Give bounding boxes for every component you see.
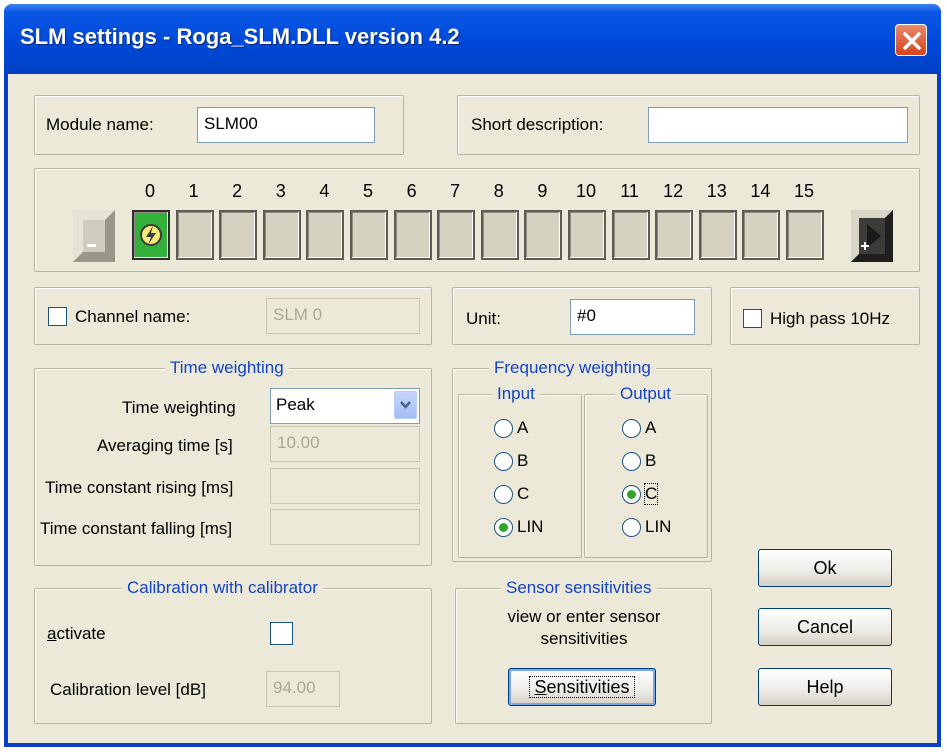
channel-name-input[interactable]: SLM 0	[266, 298, 420, 334]
channel-number-15: 15	[793, 181, 815, 201]
channel-number-0: 0	[144, 181, 155, 201]
activate-calibration-checkbox[interactable]	[270, 622, 293, 645]
input-radio-b[interactable]	[494, 452, 513, 471]
channel-slot-2[interactable]	[219, 210, 258, 260]
channel-slot-8[interactable]	[480, 210, 519, 260]
arrow-left-icon	[73, 210, 115, 262]
output-radio-c[interactable]	[622, 485, 641, 504]
dialog-window: SLM settings - Roga_SLM.DLL version 4.2 …	[4, 4, 941, 747]
output-radio-label-a: A	[645, 418, 657, 437]
close-icon	[903, 32, 921, 50]
channel-slot-12[interactable]	[655, 210, 694, 260]
calibration-group: Calibration with calibrator	[34, 578, 432, 724]
channel-next-button[interactable]	[851, 210, 893, 262]
output-radio-label-c: C	[643, 483, 659, 505]
dialog-client-area: Module name: SLM00 Short description: 0 1…	[8, 74, 937, 743]
channel-prev-button[interactable]	[73, 210, 115, 262]
module-name-input[interactable]: SLM00	[197, 107, 375, 143]
input-radio-label-lin: LIN	[517, 517, 544, 536]
channel-slot-0[interactable]	[132, 210, 170, 260]
channel-slot-11[interactable]	[611, 210, 650, 260]
chevron-down-icon[interactable]	[394, 391, 417, 419]
arrow-right-icon	[851, 210, 893, 262]
channel-slot-1[interactable]	[175, 210, 214, 260]
sensitivities-button-label: Sensitivities	[529, 676, 635, 698]
unit-label: Unit:	[466, 309, 501, 328]
input-radio-c[interactable]	[494, 485, 513, 504]
short-description-input[interactable]	[648, 107, 908, 143]
activate-label-rest: ctivate	[56, 624, 106, 643]
input-radio-label-c: C	[517, 484, 530, 503]
close-button[interactable]	[895, 24, 927, 56]
output-radio-label-b: B	[645, 451, 657, 470]
channel-number-8: 8	[493, 181, 504, 201]
averaging-time-input[interactable]: 10.00	[270, 426, 420, 462]
active-channel-icon	[136, 214, 166, 256]
averaging-time-label: Averaging time [s]	[97, 436, 233, 455]
ok-button[interactable]: Ok	[758, 549, 892, 587]
channel-number-1: 1	[188, 181, 199, 201]
time-weighting-select-value: Peak	[276, 395, 315, 414]
time-constant-rising-input[interactable]	[270, 468, 420, 504]
input-radio-a[interactable]	[494, 419, 513, 438]
sensor-sensitivities-legend: Sensor sensitivities	[501, 578, 657, 598]
time-constant-falling-input[interactable]	[270, 509, 420, 545]
channel-slot-5[interactable]	[350, 210, 388, 260]
calibration-level-input[interactable]: 94.00	[266, 671, 340, 707]
activate-label: activate	[47, 624, 106, 644]
channel-slot-14[interactable]	[742, 210, 781, 260]
channel-slot-3[interactable]	[262, 210, 301, 260]
high-pass-checkbox[interactable]	[743, 309, 762, 328]
high-pass-label: High pass 10Hz	[770, 309, 891, 328]
calibration-legend: Calibration with calibrator	[122, 578, 323, 598]
input-radio-lin[interactable]	[494, 518, 513, 537]
module-name-label: Module name:	[46, 115, 154, 134]
channel-slot-4[interactable]	[306, 210, 345, 260]
output-radio-lin[interactable]	[622, 518, 641, 537]
output-radio-a[interactable]	[622, 419, 641, 438]
unit-input[interactable]: #0	[570, 299, 695, 335]
time-constant-rising-label: Time constant rising [ms]	[45, 478, 234, 497]
help-button[interactable]: Help	[758, 668, 892, 706]
output-weighting-legend: Output	[615, 384, 677, 404]
channel-number-5: 5	[362, 181, 373, 201]
channel-number-10: 10	[575, 181, 597, 201]
short-description-label: Short description:	[471, 115, 604, 134]
time-weighting-label: Time weighting	[122, 398, 236, 417]
channel-number-6: 6	[406, 181, 417, 201]
channel-slot-13[interactable]	[698, 210, 737, 260]
time-constant-falling-label: Time constant falling [ms]	[40, 519, 233, 538]
input-radio-label-a: A	[517, 418, 529, 437]
channel-slot-15[interactable]	[786, 210, 824, 260]
output-radio-label-lin: LIN	[645, 517, 672, 536]
channel-number-14: 14	[750, 181, 771, 201]
input-weighting-legend: Input	[492, 384, 540, 404]
output-radio-b[interactable]	[622, 452, 641, 471]
frequency-weighting-legend: Frequency weighting	[489, 358, 656, 378]
cancel-button[interactable]: Cancel	[758, 608, 892, 646]
time-weighting-legend: Time weighting	[165, 358, 289, 378]
sensor-sensitivities-description: view or enter sensor sensitivities	[507, 607, 661, 648]
channel-slot-10[interactable]	[568, 210, 606, 260]
channel-number-3: 3	[275, 181, 286, 201]
channel-number-11: 11	[620, 181, 639, 201]
channel-number-12: 12	[663, 181, 684, 201]
input-radio-label-b: B	[517, 451, 529, 470]
channel-number-7: 7	[450, 181, 461, 201]
window-title: SLM settings - Roga_SLM.DLL version 4.2	[20, 24, 460, 49]
channel-number-4: 4	[319, 181, 330, 201]
title-bar[interactable]: SLM settings - Roga_SLM.DLL version 4.2	[4, 4, 941, 74]
channel-slot-9[interactable]	[524, 210, 563, 260]
channel-number-13: 13	[706, 181, 727, 201]
channel-slot-6[interactable]	[393, 210, 432, 260]
channel-number-9: 9	[537, 181, 548, 201]
time-weighting-select[interactable]: Peak	[270, 388, 420, 424]
sensitivities-button[interactable]: Sensitivities	[508, 668, 656, 706]
channel-number-2: 2	[232, 181, 243, 201]
channel-name-label: Channel name:	[75, 307, 191, 326]
calibration-level-label: Calibration level [dB]	[50, 680, 206, 699]
channel-name-checkbox[interactable]	[48, 307, 67, 326]
channel-slot-7[interactable]	[437, 210, 476, 260]
